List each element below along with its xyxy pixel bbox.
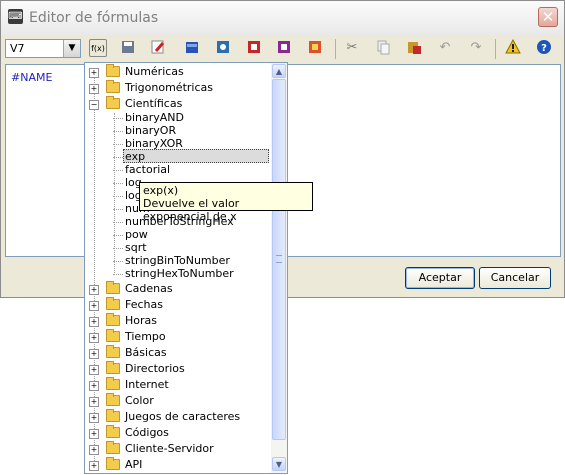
tooltip-signature: exp(x): [143, 184, 179, 197]
folder-icon: [106, 345, 120, 358]
collapse-icon[interactable]: −: [89, 100, 99, 110]
tree-node-label: Internet: [125, 378, 169, 391]
tree-node-label: Juegos de caracteres: [125, 410, 241, 423]
tree-node-internet[interactable]: + Internet: [85, 377, 271, 393]
tree-node-directorios[interactable]: + Directorios: [85, 361, 271, 377]
cell-reference-value: V7: [10, 42, 25, 55]
scroll-down-icon[interactable]: ▼: [272, 457, 286, 471]
export-icon[interactable]: [306, 39, 324, 57]
close-button[interactable]: ✕: [538, 7, 558, 27]
vertical-scrollbar[interactable]: ▲ ▼: [271, 63, 287, 473]
folder-icon: [106, 297, 120, 310]
tree-node-color[interactable]: + Color: [85, 393, 271, 409]
tree-node-label: Trigonométricas: [125, 81, 213, 94]
tree-node-label: Fechas: [125, 298, 163, 311]
tree-node-api[interactable]: + API: [85, 457, 271, 473]
tree-node-fechas[interactable]: + Fechas: [85, 297, 271, 313]
tree-node-cliente-servidor[interactable]: + Cliente-Servidor: [85, 441, 271, 457]
expand-icon[interactable]: +: [89, 429, 99, 439]
tree-node-label: Directorios: [125, 362, 185, 375]
expand-icon[interactable]: +: [89, 397, 99, 407]
tree-node-numericas[interactable]: + Numéricas: [85, 64, 271, 80]
tree-node-horas[interactable]: + Horas: [85, 313, 271, 329]
paste-icon[interactable]: [405, 39, 423, 57]
redo-icon[interactable]: ↷: [467, 39, 485, 57]
folder-icon: [106, 393, 120, 406]
tree-node-codigos[interactable]: + Códigos: [85, 425, 271, 441]
tree-node-label: Tiempo: [125, 330, 166, 343]
folder-icon: [106, 64, 120, 77]
tree-node-label: Cliente-Servidor: [125, 442, 214, 455]
scroll-up-icon[interactable]: ▲: [272, 64, 286, 78]
expand-icon[interactable]: +: [89, 349, 99, 359]
undo-icon[interactable]: ↶: [436, 39, 454, 57]
tree-node-label: API: [125, 458, 143, 471]
expand-icon[interactable]: +: [89, 445, 99, 455]
folder-open-icon[interactable]: [183, 39, 201, 57]
tree-node-label: Color: [125, 394, 154, 407]
folder-icon: [106, 361, 120, 374]
folder-icon: [106, 377, 120, 390]
window-title: Editor de fórmulas: [29, 10, 159, 26]
folder-icon: [106, 329, 120, 342]
expand-icon[interactable]: +: [89, 68, 99, 78]
formula-fx-icon[interactable]: f(x): [89, 39, 107, 57]
folder-icon: [106, 80, 120, 93]
cut-icon[interactable]: ✂: [343, 39, 361, 57]
pdf-icon[interactable]: [245, 39, 263, 57]
chevron-down-icon[interactable]: ▼: [63, 40, 80, 57]
tree-node-trigonometricas[interactable]: + Trigonométricas: [85, 80, 271, 96]
pen-icon[interactable]: [149, 39, 167, 57]
expand-icon[interactable]: +: [89, 301, 99, 311]
expand-icon[interactable]: +: [89, 413, 99, 423]
accept-button[interactable]: Aceptar: [405, 267, 475, 289]
expand-icon[interactable]: +: [89, 317, 99, 327]
svg-text:?: ?: [541, 43, 547, 54]
toolbar-separator: [495, 39, 496, 59]
cell-reference-combo[interactable]: V7 ▼: [5, 39, 81, 58]
title-bar: ⌨ Editor de fórmulas ✕: [1, 1, 564, 35]
function-tree-dropdown[interactable]: + Numéricas + Trigonométricas − Científi…: [84, 62, 288, 474]
document-icon[interactable]: [214, 39, 232, 57]
tree-node-label: Horas: [125, 314, 157, 327]
folder-icon: [106, 457, 120, 470]
expand-icon[interactable]: +: [89, 333, 99, 343]
database-icon[interactable]: [275, 39, 293, 57]
help-icon[interactable]: ?: [535, 39, 553, 57]
expand-icon[interactable]: +: [89, 285, 99, 295]
save-icon[interactable]: [119, 39, 137, 57]
expand-icon[interactable]: +: [89, 461, 99, 471]
tree-leaf-label: stringHexToNumber: [125, 267, 234, 280]
expand-icon[interactable]: +: [89, 365, 99, 375]
warning-icon[interactable]: [504, 38, 522, 57]
formula-text: #NAME: [11, 71, 53, 84]
toolbar-separator: [335, 39, 336, 59]
tree-node-label: Cadenas: [125, 282, 173, 295]
tree-node-tiempo[interactable]: + Tiempo: [85, 329, 271, 345]
folder-icon: [106, 425, 120, 438]
folder-icon: [106, 409, 120, 422]
tree-node-cadenas[interactable]: + Cadenas: [85, 281, 271, 297]
tree-node-label: Básicas: [125, 346, 167, 359]
tree-node-label: Códigos: [125, 426, 169, 439]
expand-icon[interactable]: +: [89, 84, 99, 94]
tree-node-label: Numéricas: [125, 65, 184, 78]
folder-icon: [106, 281, 120, 294]
folder-icon: [106, 313, 120, 326]
tree-leaf[interactable]: stringHexToNumber: [85, 266, 271, 282]
folder-icon: [106, 441, 120, 454]
scroll-thumb[interactable]: [272, 79, 286, 440]
tree-node-juegos-de-caracteres[interactable]: + Juegos de caracteres: [85, 409, 271, 425]
copy-icon[interactable]: [374, 39, 392, 57]
tooltip-description: Devuelve el valor exponencial de x: [143, 197, 240, 223]
cancel-button[interactable]: Cancelar: [479, 267, 551, 289]
tree-node-basicas[interactable]: + Básicas: [85, 345, 271, 361]
function-tooltip: exp(x) Devuelve el valor exponencial de …: [139, 182, 313, 223]
expand-icon[interactable]: +: [89, 381, 99, 391]
app-icon: ⌨: [8, 9, 23, 24]
toolbar: V7 ▼ f(x) ✂ ↶ ↷ ?: [1, 35, 564, 63]
folder-open-icon: [106, 96, 120, 109]
